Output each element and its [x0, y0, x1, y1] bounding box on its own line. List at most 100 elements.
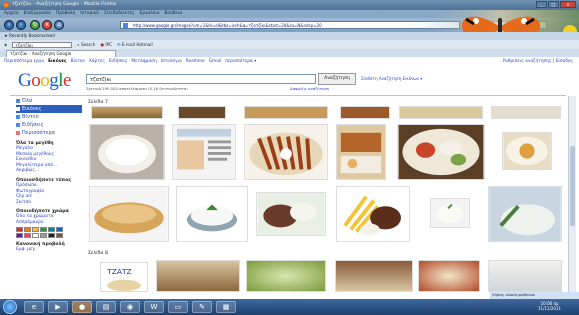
- back-icon[interactable]: ‹: [4, 20, 14, 30]
- system-clock[interactable]: 10:06 πμ 11/11/2011: [538, 301, 561, 311]
- page-scrollbar[interactable]: [568, 96, 576, 294]
- image-result[interactable]: [89, 186, 169, 242]
- gbar-link-more[interactable]: περισσότερα ▾: [225, 59, 256, 64]
- color-swatch[interactable]: [24, 226, 31, 232]
- stop-icon[interactable]: ×: [42, 20, 52, 30]
- url-bar[interactable]: http://www.google.gr/images?um=1&hl=el&t…: [120, 21, 460, 29]
- toolbar-email-button[interactable]: ✉ E-mail Hotmail: [117, 42, 153, 47]
- menu-bookmarks[interactable]: Σελιδοδείκτες: [104, 11, 135, 17]
- menu-help[interactable]: Βοήθεια: [164, 11, 182, 17]
- image-result[interactable]: [502, 132, 552, 170]
- tab-google-images[interactable]: τζατζίκι - Αναζήτηση Google: [6, 50, 116, 57]
- color-swatch[interactable]: [56, 232, 63, 238]
- start-button[interactable]: [3, 300, 17, 314]
- taskbar-app-icon[interactable]: ◉: [120, 301, 140, 313]
- close-button[interactable]: ✕: [560, 1, 576, 8]
- gbar-link-maps[interactable]: Χάρτες: [89, 59, 105, 64]
- scrollbar-thumb[interactable]: [570, 146, 575, 226]
- taskbar-folder-icon[interactable]: ▦: [216, 301, 236, 313]
- image-result[interactable]: [488, 260, 562, 292]
- search-input[interactable]: τζατζίκι: [86, 74, 316, 84]
- image-result[interactable]: [172, 124, 236, 180]
- taskbar-explorer-icon[interactable]: ▤: [96, 301, 116, 313]
- search-button[interactable]: Αναζήτηση: [318, 73, 356, 85]
- color-swatch[interactable]: [16, 226, 23, 232]
- sidebar-item-label: Όλα: [22, 98, 33, 104]
- toolbar-ipc-button[interactable]: ● IPC: [100, 42, 112, 47]
- view-larger-link[interactable]: Εμφ. μεγ.: [16, 247, 82, 253]
- sidebar-item-video[interactable]: Βίντεο: [16, 113, 82, 121]
- minimize-button[interactable]: _: [536, 1, 547, 8]
- color-swatch[interactable]: [32, 232, 39, 238]
- menu-history[interactable]: Ιστορικό: [80, 11, 99, 17]
- color-swatch[interactable]: [16, 232, 23, 238]
- browser-search-input[interactable]: Google: [467, 21, 547, 29]
- color-swatch[interactable]: [40, 232, 47, 238]
- taskbar-window-icon[interactable]: ▭: [168, 301, 188, 313]
- recent-bookmarks-link[interactable]: Recently Bookmarked: [9, 33, 55, 38]
- taskbar-firefox-icon[interactable]: ●: [72, 301, 92, 313]
- home-icon[interactable]: ⌂: [54, 20, 64, 30]
- image-result[interactable]: ΤΖΑΤΖ: [100, 262, 148, 292]
- maximize-button[interactable]: □: [548, 1, 559, 8]
- downloads-notification[interactable]: Λήψεις ολοκληρώθηκαν: [490, 292, 579, 299]
- color-swatch[interactable]: [48, 226, 55, 232]
- gbar-link-gmail[interactable]: Gmail: [209, 59, 222, 64]
- image-result[interactable]: [399, 106, 483, 119]
- image-result[interactable]: [335, 260, 413, 292]
- menu-file[interactable]: Αρχείο: [4, 11, 19, 17]
- menu-tools[interactable]: Εργαλεία: [140, 11, 160, 17]
- color-swatch[interactable]: [40, 226, 47, 232]
- gbar-link-news[interactable]: Ειδήσεις: [109, 59, 128, 64]
- image-result[interactable]: [491, 106, 561, 119]
- taskbar-word-icon[interactable]: W: [144, 301, 164, 313]
- color-bw[interactable]: Ασπρόμαυρο: [16, 220, 82, 226]
- taskbar-ie-icon[interactable]: e: [24, 301, 44, 313]
- taskbar-media-icon[interactable]: ▶: [48, 301, 68, 313]
- image-result[interactable]: [244, 106, 328, 119]
- window-title: τζατζίκι - Αναζήτηση Google - Mozilla Fi…: [12, 2, 117, 7]
- menu-edit[interactable]: Επεξεργασία: [24, 11, 51, 17]
- toolbar-search-select[interactable]: τζατζίκι: [12, 41, 73, 48]
- gbar-settings-signin[interactable]: Ρυθμίσεις αναζήτησης | Είσοδος: [503, 59, 573, 64]
- image-result[interactable]: [397, 124, 485, 180]
- color-swatch[interactable]: [24, 232, 31, 238]
- image-result[interactable]: [246, 260, 326, 292]
- gbar-link-blogs[interactable]: Ιστολόγιο: [161, 59, 182, 64]
- toolbar-search-button[interactable]: ⌕ Search: [77, 42, 95, 47]
- image-result[interactable]: [418, 260, 480, 292]
- type-lineart[interactable]: Σκίτσο: [16, 200, 82, 206]
- image-result[interactable]: [256, 192, 326, 236]
- google-logo[interactable]: Google: [18, 70, 71, 92]
- size-exact[interactable]: Ακριβώς...: [16, 168, 82, 174]
- color-swatch[interactable]: [48, 232, 55, 238]
- advanced-search-link[interactable]: Σύνθετη Αναζήτηση Εικόνων ▾: [361, 76, 422, 81]
- gbar-link-more-apps[interactable]: Περισσότερα εργα: [4, 59, 44, 64]
- image-result[interactable]: [340, 106, 390, 119]
- image-result[interactable]: [336, 186, 410, 242]
- image-result[interactable]: [176, 186, 248, 242]
- forward-icon[interactable]: ›: [16, 20, 26, 30]
- image-result[interactable]: [91, 106, 163, 119]
- sidebar-item-all[interactable]: Όλα: [16, 97, 82, 105]
- sidebar-item-images[interactable]: Εικόνες: [16, 105, 82, 113]
- gbar-link-images[interactable]: Εικόνες: [48, 59, 66, 64]
- image-result[interactable]: [430, 198, 470, 228]
- sidebar-item-more[interactable]: Περισσότερα: [16, 129, 82, 137]
- sidebar-item-news[interactable]: Ειδήσεις: [16, 121, 82, 129]
- image-result[interactable]: [244, 124, 328, 180]
- gbar-link-realtime[interactable]: Realtime: [186, 59, 205, 64]
- color-swatch[interactable]: [56, 226, 63, 232]
- color-swatch[interactable]: [32, 226, 39, 232]
- gbar-link-translate[interactable]: Μετάφραση: [131, 59, 156, 64]
- image-result[interactable]: [89, 124, 165, 180]
- image-result[interactable]: [156, 260, 240, 292]
- image-result[interactable]: [336, 124, 386, 180]
- menu-view[interactable]: Προβολή: [56, 11, 75, 17]
- image-result[interactable]: [488, 186, 562, 242]
- image-result[interactable]: [178, 106, 226, 119]
- gbar-link-video[interactable]: Βίντεο: [71, 59, 85, 64]
- taskbar-paint-icon[interactable]: ✎: [192, 301, 212, 313]
- reload-icon[interactable]: ↻: [30, 20, 40, 30]
- safe-search-link[interactable]: Ασφαλής αναζήτηση: [290, 86, 329, 91]
